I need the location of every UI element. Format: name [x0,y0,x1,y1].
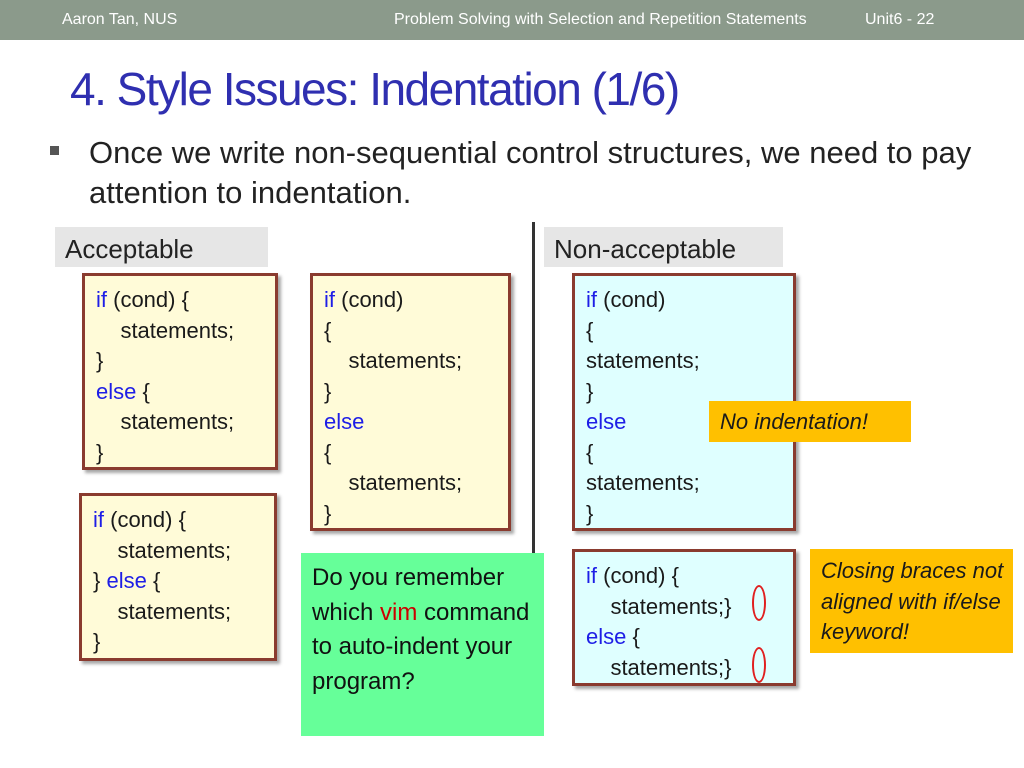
code-box-acceptable-2: if (cond) { statements;} else { statemen… [79,493,277,661]
header-author: Aaron Tan, NUS [62,11,178,28]
header-bar: Aaron Tan, NUS Problem Solving with Sele… [0,0,1024,40]
highlight-oval-1 [752,585,766,621]
highlight-oval-2 [752,647,766,683]
slide-title: 4. Style Issues: Indentation (1/6) [70,63,680,115]
note-no-indentation: No indentation! [709,401,911,442]
header-course-title: Problem Solving with Selection and Repet… [394,11,807,28]
bullet-icon [50,146,59,155]
bullet-text: Once we write non-sequential control str… [89,135,972,210]
acceptable-label: Acceptable [55,227,268,267]
header-page-number: Unit6 - 22 [865,11,935,28]
vim-keyword: vim [380,598,418,626]
note-closing-braces: Closing braces not aligned with if/else … [810,549,1013,653]
non-acceptable-label: Non-acceptable [544,227,783,267]
code-box-acceptable-3: if (cond){ statements;} else{ statements;… [310,273,511,531]
code-box-acceptable-1: if (cond) { statements;} else { statement… [82,273,278,470]
column-divider [532,222,535,555]
vim-question-box: Do you remember which vim command to aut… [301,553,544,736]
